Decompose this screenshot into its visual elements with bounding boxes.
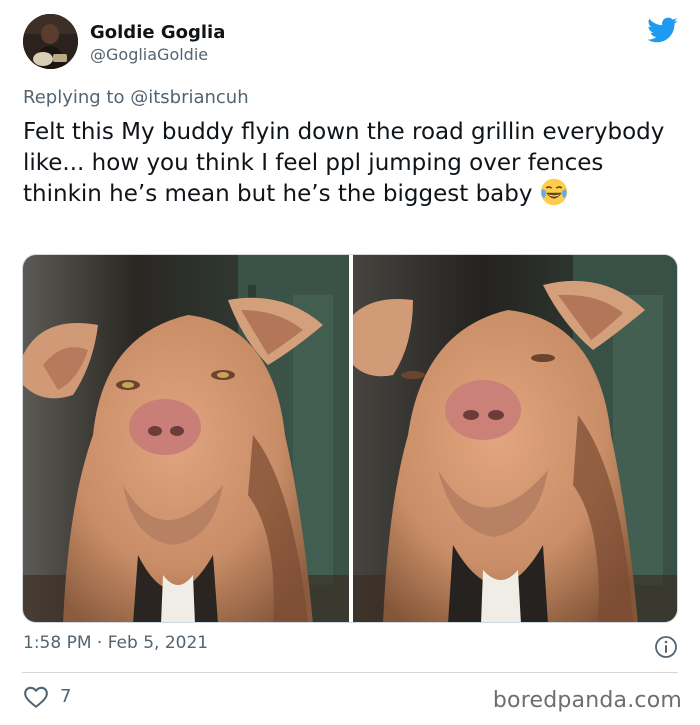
- dog-photo-right[interactable]: [353, 255, 678, 623]
- dog-photo-left[interactable]: [23, 255, 349, 623]
- like-count: 7: [60, 686, 72, 707]
- divider: [22, 672, 678, 673]
- avatar[interactable]: [23, 14, 78, 69]
- tweet-card: Goldie Goglia @GogliaGoldie Replying to …: [0, 0, 700, 725]
- twitter-bird-icon[interactable]: [646, 14, 678, 46]
- reply-mention-link[interactable]: @itsbriancuh: [130, 87, 248, 108]
- info-icon[interactable]: [654, 635, 678, 659]
- tweet-body: Felt this My buddy flyin down the road g…: [23, 119, 665, 207]
- heart-icon[interactable]: [23, 685, 49, 709]
- watermark: boredpanda.com: [492, 688, 682, 713]
- author-handle[interactable]: @GogliaGoldie: [90, 45, 208, 64]
- tweet-text: Felt this My buddy flyin down the road g…: [23, 117, 673, 210]
- tweet-timestamp[interactable]: 1:58 PM · Feb 5, 2021: [23, 633, 208, 653]
- tweet-media[interactable]: [22, 254, 678, 623]
- replying-to: Replying to @itsbriancuh: [23, 87, 249, 108]
- author-name[interactable]: Goldie Goglia: [90, 22, 225, 43]
- replying-prefix: Replying to: [23, 87, 131, 108]
- face-with-tears-of-joy-icon: [540, 178, 568, 206]
